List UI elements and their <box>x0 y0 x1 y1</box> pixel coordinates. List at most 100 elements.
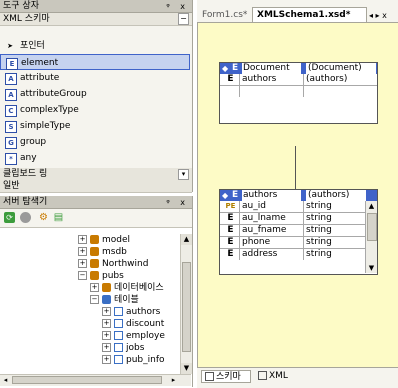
tab-form1[interactable]: Form1.cs* <box>202 9 247 22</box>
scroll-left-arrow-icon[interactable]: ◂ <box>0 375 11 386</box>
toolbox-title: 도구 상자 <box>3 1 39 11</box>
scroll-up-arrow-icon[interactable]: ▲ <box>366 201 377 211</box>
tab-form1-label: Form1.cs* <box>202 10 248 20</box>
toolbox-item-attribute[interactable]: Aattribute <box>0 70 190 86</box>
toolbox-window-controls[interactable]: ᵠ x <box>166 0 189 13</box>
authors-table-scrollbar[interactable]: ▲ ▼ <box>365 201 377 273</box>
table-row-empty[interactable] <box>220 85 377 97</box>
table-row[interactable]: Ephone string <box>220 236 365 248</box>
toolbox-item-complextype[interactable]: CcomplexType <box>0 102 190 118</box>
tab-navigation[interactable]: ◂ ▸ x <box>369 9 387 22</box>
tree-item-label: authors <box>126 307 161 317</box>
toolbox-item-attributegroup[interactable]: AattributeGroup <box>0 86 190 102</box>
expand-icon[interactable]: ▾ <box>178 169 189 180</box>
server-explorer-window-controls[interactable]: ᵠ x <box>166 196 189 209</box>
expand-icon[interactable]: + <box>102 307 111 316</box>
row-type: string <box>306 249 332 259</box>
toolbox-item-label: attributeGroup <box>20 89 87 99</box>
row-name: phone <box>240 237 304 248</box>
relation-connector <box>295 146 296 189</box>
any-icon: * <box>5 153 17 165</box>
scroll-thumb[interactable] <box>367 213 377 241</box>
tab-xmlschema1[interactable]: XMLSchema1.xsd* <box>252 7 367 22</box>
table-row[interactable]: Eau_lname string <box>220 212 365 224</box>
authors-element-table[interactable]: ◆ E authors (authors) PE au_id string Eau_l… <box>219 189 378 275</box>
toolbox-item-label: element <box>21 58 59 68</box>
tree-item[interactable]: − pubs <box>78 270 124 282</box>
connect-database-icon[interactable]: ⚙ <box>38 212 49 223</box>
toolbox-item-any[interactable]: * any <box>0 150 190 166</box>
tree-item-label: 테이블 <box>114 295 139 305</box>
tab-schema-view[interactable]: 스키마 <box>201 370 251 383</box>
toolbox-item-label: group <box>20 137 47 147</box>
table-row[interactable]: Eaddress string <box>220 248 365 260</box>
tab-schema-view-label: 스키마 <box>216 372 241 382</box>
collapse-icon[interactable]: − <box>178 13 189 25</box>
simple-type-icon: S <box>5 121 17 133</box>
authors-table-header[interactable]: ◆ E authors (authors) <box>220 190 377 201</box>
expand-icon[interactable]: + <box>102 343 111 352</box>
document-name: Document <box>242 63 301 74</box>
general-header[interactable]: 일반 <box>0 180 192 193</box>
server-tree-vscrollbar[interactable]: ▲ ▼ <box>180 234 192 374</box>
document-table-header[interactable]: ◆ E Document (Document) <box>220 63 377 74</box>
expand-icon[interactable]: + <box>102 319 111 328</box>
connect-server-icon[interactable]: ▤ <box>53 212 64 223</box>
row-type: (authors) <box>306 74 348 84</box>
group-icon: G <box>5 137 17 149</box>
tab-xml-view[interactable]: XML <box>255 370 295 383</box>
tree-item[interactable]: − 테이블 <box>90 294 139 306</box>
tree-item[interactable]: + jobs <box>102 342 144 354</box>
table-icon <box>114 307 123 316</box>
tree-item-label: employe <box>126 331 165 341</box>
schema-designer-surface[interactable]: ◆ E Document (Document) E authors (autho… <box>197 23 398 367</box>
scroll-thumb[interactable] <box>182 262 191 352</box>
expand-icon[interactable]: + <box>78 247 87 256</box>
general-label: 일반 <box>3 181 20 191</box>
expand-icon[interactable]: + <box>102 331 111 340</box>
toolbox-item-simpletype[interactable]: SsimpleType <box>0 118 190 134</box>
tree-item[interactable]: + discount <box>102 318 164 330</box>
authors-kind: E <box>232 190 239 200</box>
scroll-right-arrow-icon[interactable]: ▸ <box>168 375 179 386</box>
tree-item[interactable]: + model <box>78 234 130 246</box>
collapse-icon[interactable]: − <box>78 271 87 280</box>
expand-icon[interactable]: + <box>78 259 87 268</box>
table-row[interactable]: Eau_fname string <box>220 224 365 236</box>
row-kind: E <box>220 213 240 224</box>
row-name: address <box>240 249 304 260</box>
toolbox-item-label: attribute <box>20 73 60 83</box>
primary-key-icon: PE <box>220 201 240 212</box>
table-row[interactable]: PE au_id string <box>220 201 365 212</box>
hscroll-thumb[interactable] <box>12 376 162 384</box>
stop-icon[interactable] <box>20 212 31 223</box>
toolbox-item-포인터[interactable]: ➤ 포인터 <box>0 38 190 54</box>
toolbox-item-element[interactable]: Eelement <box>0 54 190 70</box>
tree-item[interactable]: + pub_info <box>102 354 165 366</box>
refresh-icon[interactable]: ⟳ <box>4 212 15 223</box>
scroll-down-arrow-icon[interactable]: ▼ <box>181 363 192 374</box>
table-row[interactable]: E authors (authors) <box>220 74 377 85</box>
table-icon <box>114 319 123 328</box>
database-icon <box>90 247 99 256</box>
toolbox-item-label: any <box>20 153 37 163</box>
toolbox-section-header[interactable]: XML 스키마 − <box>0 13 192 26</box>
tree-item[interactable]: + Northwind <box>78 258 148 270</box>
scroll-down-arrow-icon[interactable]: ▼ <box>366 263 377 273</box>
expand-icon[interactable]: + <box>102 355 111 364</box>
toolbox-item-group[interactable]: Ggroup <box>0 134 190 150</box>
tree-item[interactable]: + msdb <box>78 246 127 258</box>
toolbox-panel: 도구 상자 ᵠ x XML 스키마 − ➤ 포인터 Eelement Aattribu… <box>0 0 193 193</box>
tree-item[interactable]: + 데이터베이스 <box>90 282 164 294</box>
expand-icon[interactable]: + <box>78 235 87 244</box>
server-explorer-toolbar: ⟳ ⚙ ▤ <box>0 209 192 228</box>
tree-item[interactable]: + employe <box>102 330 165 342</box>
schema-view-icon <box>205 372 214 381</box>
document-element-table[interactable]: ◆ E Document (Document) E authors (autho… <box>219 62 378 124</box>
tree-item[interactable]: + authors <box>102 306 160 318</box>
collapse-icon[interactable]: − <box>90 295 99 304</box>
expand-icon[interactable]: + <box>90 283 99 292</box>
scroll-up-arrow-icon[interactable]: ▲ <box>181 234 192 245</box>
server-tree-hscrollbar[interactable]: ◂ ▸ <box>0 374 191 386</box>
database-icon <box>90 271 99 280</box>
